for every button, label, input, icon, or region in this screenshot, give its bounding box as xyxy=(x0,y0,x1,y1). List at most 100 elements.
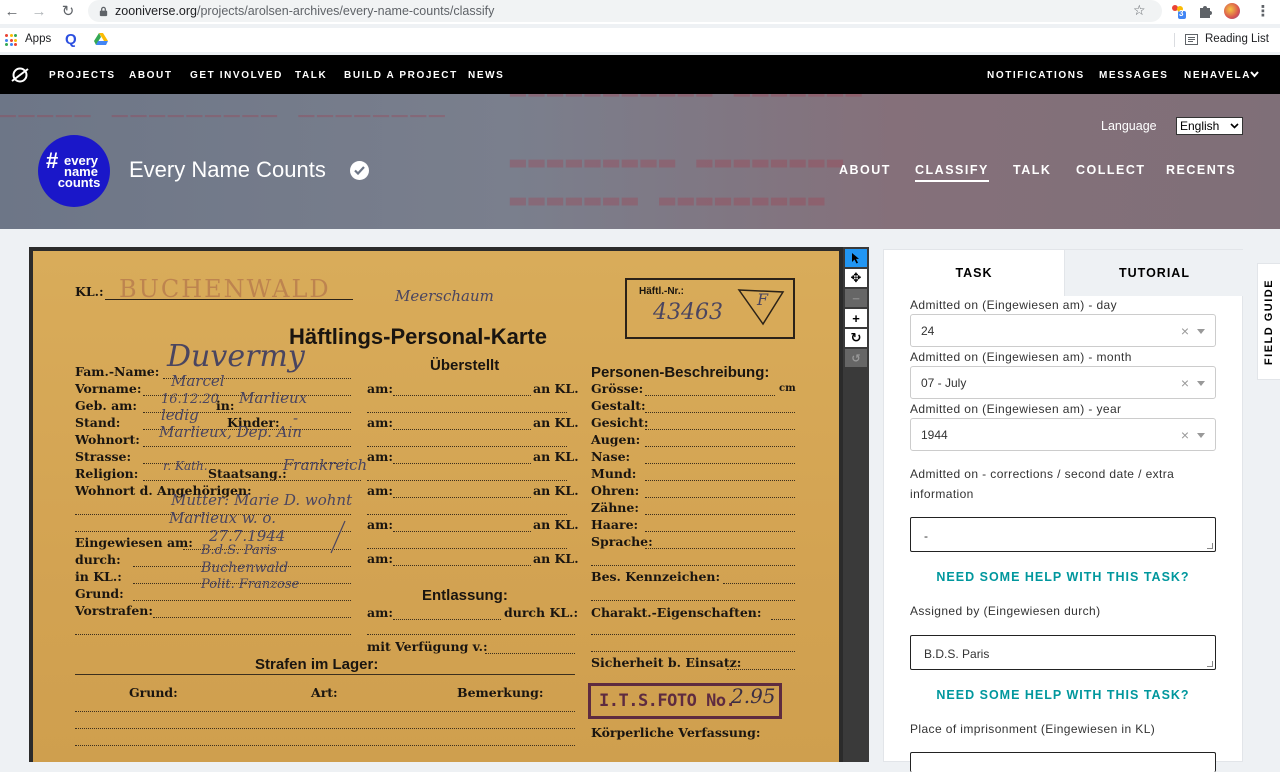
project-link-talk[interactable]: TALK xyxy=(1013,163,1051,177)
pointer-icon[interactable] xyxy=(845,249,867,267)
puzzle-icon[interactable] xyxy=(1197,3,1213,19)
card-line xyxy=(367,548,567,549)
apps-grid-icon[interactable] xyxy=(5,34,17,46)
nav-user-menu[interactable]: NEHAVELA xyxy=(1184,70,1251,81)
zoom-in-icon[interactable]: + xyxy=(845,309,867,327)
reset-icon[interactable]: ↺ xyxy=(845,349,867,367)
assigned-label: Assigned by (Eingewiesen durch) xyxy=(910,604,1101,618)
month-select[interactable]: 07 - July × xyxy=(910,366,1216,399)
address-bar[interactable]: zooniverse.org/projects/arolsen-archives… xyxy=(88,0,1162,22)
kebab-menu-icon[interactable]: ⋮ xyxy=(1252,0,1274,22)
card-value-religion: r. Kath. xyxy=(163,459,208,473)
chevron-down-icon[interactable] xyxy=(1250,71,1259,78)
project-title[interactable]: Every Name Counts xyxy=(129,157,326,183)
forward-arrow-icon[interactable]: → xyxy=(28,0,50,22)
card-label: in KL.: xyxy=(75,569,122,584)
nav-build-a-project[interactable]: BUILD A PROJECT xyxy=(344,70,458,81)
nav-get-involved[interactable]: GET INVOLVED xyxy=(190,70,283,81)
language-select[interactable]: English xyxy=(1176,117,1243,135)
resize-handle-icon[interactable] xyxy=(1207,543,1213,549)
help-link[interactable]: NEED SOME HELP WITH THIS TASK? xyxy=(884,570,1242,584)
card-right-label: Charakt.-Eigenschaften: xyxy=(591,605,762,620)
bookmark-star-icon[interactable]: ☆ xyxy=(1133,2,1146,19)
card-strafen-col: Bemerkung: xyxy=(457,685,544,700)
card-haeftl-label: Häftl.-Nr.: xyxy=(639,286,684,297)
card-right-label: Nase: xyxy=(591,449,631,464)
nav-notifications[interactable]: NOTIFICATIONS xyxy=(987,70,1085,81)
bookmark-q[interactable]: Q xyxy=(65,31,77,48)
clear-icon[interactable]: × xyxy=(1181,375,1189,391)
rotate-icon[interactable]: ↻ xyxy=(845,329,867,347)
card-entlassung-title: Entlassung: xyxy=(422,587,508,604)
card-value-angehoerige-1: Mutter: Marie D. wohnt xyxy=(171,491,353,509)
card-line xyxy=(591,651,795,652)
zoom-out-icon[interactable]: − xyxy=(845,289,867,307)
project-link-about[interactable]: ABOUT xyxy=(839,163,891,177)
card-an-kl-label: an KL. xyxy=(533,551,579,566)
bookmark-apps[interactable]: Apps xyxy=(25,33,51,45)
viewer-toolbar: ✥ − + ↻ ↺ xyxy=(843,247,869,762)
month-label: Admitted on (Eingewiesen am) - month xyxy=(910,350,1132,364)
year-select[interactable]: 1944 × xyxy=(910,418,1216,451)
card-pen-stroke xyxy=(330,520,346,554)
clear-icon[interactable]: × xyxy=(1181,323,1189,339)
card-title: Häftlings-Personal-Karte xyxy=(289,324,547,349)
google-drive-icon[interactable] xyxy=(94,33,108,48)
field-guide-tab[interactable]: FIELD GUIDE xyxy=(1257,263,1280,380)
project-header: ───── ───────── ──────── ▔▔▔▔▔▔▔▔▔▔▔ ▔▔▔… xyxy=(0,94,1280,229)
chevron-down-icon[interactable] xyxy=(1197,381,1205,386)
day-select[interactable]: 24 × xyxy=(910,314,1216,347)
nav-projects[interactable]: PROJECTS xyxy=(49,70,116,81)
project-link-classify[interactable]: CLASSIFY xyxy=(915,163,989,182)
card-am-label: am: xyxy=(367,449,393,464)
move-icon[interactable]: ✥ xyxy=(845,269,867,287)
url-host: zooniverse.org xyxy=(115,4,197,18)
project-link-collect[interactable]: COLLECT xyxy=(1076,163,1146,177)
extension-icon[interactable]: 3 xyxy=(1170,3,1186,19)
card-label: Eingewiesen am: xyxy=(75,535,193,550)
card-right-label: Zähne: xyxy=(591,500,639,515)
subject-viewer[interactable]: KL.: BUCHENWALD Meerschaum Häftl.-Nr.: 4… xyxy=(29,247,843,762)
card-value-wohnort: Marlieux, Dep. Ain xyxy=(159,423,302,441)
lock-icon xyxy=(99,6,108,16)
verified-badge-icon xyxy=(350,161,369,180)
project-avatar[interactable]: # every name counts xyxy=(38,135,110,207)
card-an-kl-label: an KL. xyxy=(533,415,579,430)
assigned-textarea[interactable]: B.D.S. Paris xyxy=(910,635,1216,670)
project-link-recents[interactable]: RECENTS xyxy=(1166,163,1236,177)
card-line xyxy=(75,674,575,675)
place-textarea[interactable] xyxy=(910,752,1216,772)
background-image-text: ▂▂▂▂▂▂▂▂▂ ▂▂▂▂▂▂▂▂ xyxy=(510,138,846,168)
reload-icon[interactable]: ↻ xyxy=(57,0,79,22)
card-line xyxy=(393,429,531,430)
nav-about[interactable]: ABOUT xyxy=(129,70,173,81)
card-right-label: Augen: xyxy=(591,432,641,447)
chevron-down-icon[interactable] xyxy=(1197,329,1205,334)
clear-icon[interactable]: × xyxy=(1181,427,1189,443)
tab-task[interactable]: TASK xyxy=(884,250,1064,296)
background-image-text: ▔▔▔▔▔▔▔▔▔▔▔ ▔▔▔▔▔▔▔ xyxy=(510,94,865,124)
prisoner-number-box: Häftl.-Nr.: 43463 F xyxy=(625,278,795,339)
corrections-textarea[interactable]: - xyxy=(910,517,1216,552)
nav-talk[interactable]: TALK xyxy=(295,70,327,81)
profile-avatar[interactable] xyxy=(1224,3,1240,19)
card-line xyxy=(727,669,795,670)
nav-news[interactable]: NEWS xyxy=(468,70,504,81)
nav-messages[interactable]: MESSAGES xyxy=(1099,70,1168,81)
card-strafen-title: Strafen im Lager: xyxy=(255,656,379,673)
card-right-label: Haare: xyxy=(591,517,639,532)
tab-tutorial[interactable]: TUTORIAL xyxy=(1064,250,1244,296)
card-durch-kl-label: durch KL.: xyxy=(504,605,579,620)
chevron-down-icon[interactable] xyxy=(1197,433,1205,438)
resize-handle-icon[interactable] xyxy=(1207,661,1213,667)
card-line xyxy=(393,565,531,566)
back-arrow-icon[interactable]: ← xyxy=(1,0,23,22)
card-value-staatsang: Frankreich xyxy=(283,456,368,474)
avatar-word-counts: counts xyxy=(57,174,101,190)
reading-list-button[interactable]: Reading List xyxy=(1185,33,1269,45)
card-strafen-col: Grund: xyxy=(129,685,178,700)
card-hw-meerschaum: Meerschaum xyxy=(395,287,494,305)
help-link[interactable]: NEED SOME HELP WITH THIS TASK? xyxy=(884,688,1242,702)
card-right-label: Sprache: xyxy=(591,534,653,549)
zooniverse-logo-icon[interactable] xyxy=(11,66,29,84)
